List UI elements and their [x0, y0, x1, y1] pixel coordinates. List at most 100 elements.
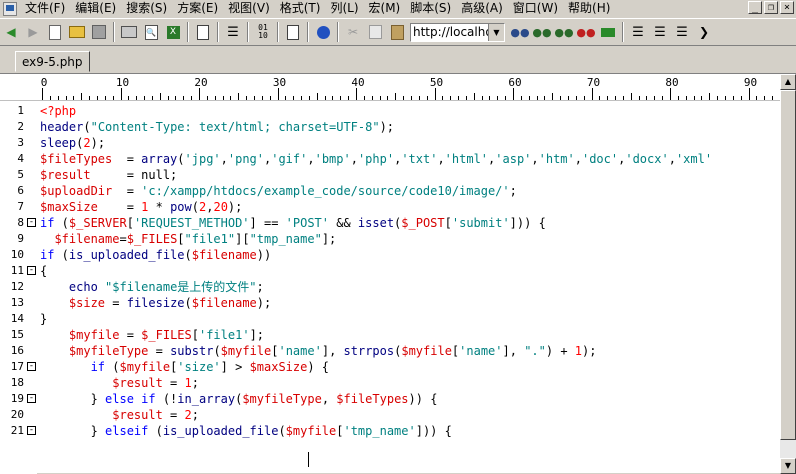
menu-item[interactable]: 帮助(H)	[564, 0, 616, 17]
cut-button[interactable]: ✂	[343, 21, 363, 43]
scroll-up-icon[interactable]: ▲	[780, 74, 796, 90]
code-token: (	[213, 344, 221, 358]
code-line[interactable]: $fileTypes = array('jpg','png','gif','bm…	[40, 151, 712, 167]
code-token: = null;	[90, 168, 178, 182]
ruler-label: 20	[194, 76, 208, 89]
line-number: 8	[17, 216, 24, 229]
menu-item[interactable]: 搜索(S)	[122, 0, 173, 17]
code-line[interactable]: } elseif (is_uploaded_file($myfile['tmp_…	[40, 423, 452, 439]
document-button[interactable]	[193, 21, 213, 43]
code-token: ,	[321, 392, 337, 406]
code-line[interactable]: }	[40, 311, 47, 327]
word-wrap-button[interactable]: ☰	[223, 21, 243, 43]
goto-button[interactable]	[598, 21, 618, 43]
ruler-tick	[622, 96, 624, 100]
forward-button[interactable]: ▶	[23, 21, 43, 43]
code-line[interactable]: $uploadDir = 'c:/xampp/htdocs/example_co…	[40, 183, 517, 199]
code-token: $myfile	[220, 344, 272, 358]
chevron-down-icon[interactable]: ▼	[488, 23, 504, 41]
align-right-button[interactable]: ☰	[672, 21, 692, 43]
code-line[interactable]: header("Content-Type: text/html; charset…	[40, 119, 394, 135]
align-left-button[interactable]: ☰	[628, 21, 648, 43]
print-button[interactable]	[119, 21, 139, 43]
ruler-tick	[49, 96, 51, 100]
code-line[interactable]: } else if (!in_array($myfileType, $fileT…	[40, 391, 438, 407]
app-icon[interactable]	[3, 1, 17, 16]
ruler-tick	[206, 96, 208, 100]
fold-toggle-icon[interactable]: -	[27, 394, 36, 403]
scroll-down-icon[interactable]: ▼	[780, 458, 796, 474]
code-token: strrpos	[343, 344, 395, 358]
find-prev-button[interactable]: ●●	[554, 21, 574, 43]
code-line[interactable]: $maxSize = 1 * pow(2,20);	[40, 199, 242, 215]
menu-item[interactable]: 窗口(W)	[509, 0, 564, 17]
fold-toggle-icon[interactable]: -	[27, 426, 36, 435]
export-button[interactable]: X	[163, 21, 183, 43]
save-file-button[interactable]	[89, 21, 109, 43]
code-line[interactable]: $result = 2;	[40, 407, 199, 423]
ruler-tick	[348, 96, 350, 100]
menu-item[interactable]: 高级(A)	[457, 0, 509, 17]
hex-mode-button[interactable]: 01 10	[253, 21, 273, 43]
restore-icon[interactable]: ❐	[764, 1, 778, 14]
code-line[interactable]: $filename=$_FILES["file1"]["tmp_name"];	[40, 231, 336, 247]
menu-item[interactable]: 文件(F)	[21, 0, 71, 17]
browser-button[interactable]	[313, 21, 333, 43]
code-line[interactable]: $result = null;	[40, 167, 177, 183]
code-token: ) +	[545, 344, 575, 358]
replace-button[interactable]: ●●	[576, 21, 596, 43]
menu-item[interactable]: 视图(V)	[224, 0, 276, 17]
code-line[interactable]: $result = 1;	[40, 375, 199, 391]
code-line[interactable]: $myfileType = substr($myfile['name'], st…	[40, 343, 597, 359]
window-controls: _ ❐ ×	[748, 1, 794, 14]
menu-item[interactable]: 宏(M)	[365, 0, 407, 17]
code-token: header	[40, 120, 84, 134]
find-button[interactable]: ●●	[510, 21, 530, 43]
paste-button[interactable]	[387, 21, 407, 43]
code-line[interactable]: {	[40, 263, 47, 279]
code-line[interactable]: echo "$filename是上传的文件";	[40, 279, 264, 295]
close-icon[interactable]: ×	[780, 1, 794, 14]
menu-item[interactable]: 脚本(S)	[406, 0, 457, 17]
code-line[interactable]: <?php	[40, 103, 76, 119]
back-button[interactable]: ◀	[1, 21, 21, 43]
code-token: ,	[574, 152, 582, 166]
code-line[interactable]: if ($_SERVER['REQUEST_METHOD'] == 'POST'…	[40, 215, 546, 231]
fold-toggle-icon[interactable]: -	[27, 362, 36, 371]
menu-item[interactable]: 方案(E)	[173, 0, 224, 17]
code-line[interactable]: sleep(2);	[40, 135, 105, 151]
open-file-button[interactable]	[67, 21, 87, 43]
vertical-scrollbar[interactable]: ▲ ▼	[780, 74, 796, 474]
print-preview-button[interactable]: 🔍	[141, 21, 161, 43]
url-input[interactable]: http://localhos	[411, 25, 488, 39]
code-line[interactable]: $size = filesize($filename);	[40, 295, 271, 311]
code-token: (	[177, 152, 185, 166]
code-editor[interactable]: 0 10 20 30 40 50 60 70 80 90 1 2 3 4 5 6 7 8-9 10 11-12 13 1…	[0, 73, 796, 474]
code-line[interactable]: $myfile = $_FILES['file1'];	[40, 327, 264, 343]
align-center-button[interactable]: ☰	[650, 21, 670, 43]
code-line[interactable]: if (is_uploaded_file($filename))	[40, 247, 271, 263]
tab-ex9-5-php[interactable]: ex9-5.php	[15, 51, 90, 72]
menu-item[interactable]: 格式(T)	[276, 0, 327, 17]
menu-item[interactable]: 编辑(E)	[71, 0, 122, 17]
ruler-tick	[104, 96, 106, 100]
code-line[interactable]: if ($myfile['size'] > $maxSize) {	[40, 359, 329, 375]
ruler-label: 10	[115, 76, 130, 89]
code-token: $_FILES	[141, 328, 192, 342]
column-mode-button[interactable]	[283, 21, 303, 43]
scroll-thumb[interactable]	[780, 90, 796, 440]
fold-toggle-icon[interactable]: -	[27, 218, 36, 227]
copy-button[interactable]	[365, 21, 385, 43]
menu-item[interactable]: 列(L)	[326, 0, 364, 17]
code-token: "$filename是上传的文件"	[105, 280, 257, 294]
code-token: 'png'	[227, 152, 264, 166]
url-combobox[interactable]: http://localhos ▼	[410, 22, 505, 42]
code-text-area[interactable]: <?php header("Content-Type: text/html; ch…	[40, 101, 780, 474]
new-file-button[interactable]	[45, 21, 65, 43]
minimize-icon[interactable]: _	[748, 1, 762, 14]
find-next-button[interactable]: ●●	[532, 21, 552, 43]
fold-toggle-icon[interactable]: -	[27, 266, 36, 275]
toolbar-overflow-button[interactable]: ❯	[694, 21, 714, 43]
